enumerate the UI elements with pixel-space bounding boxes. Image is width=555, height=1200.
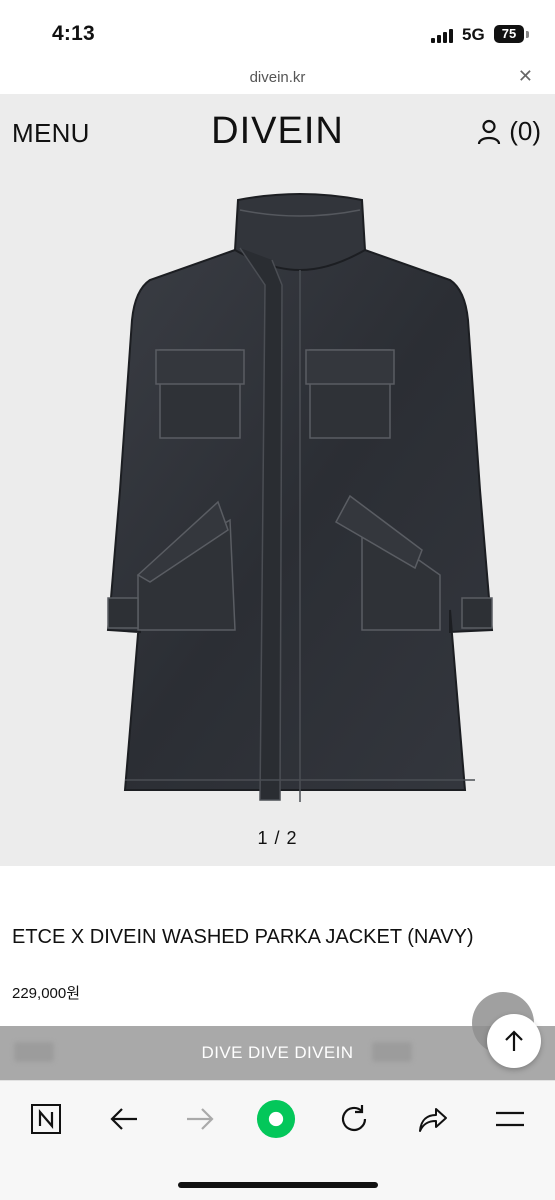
- network-type: 5G: [462, 25, 485, 44]
- share-button[interactable]: [412, 1099, 452, 1139]
- green-dot-button[interactable]: [256, 1099, 296, 1139]
- status-time: 4:13: [52, 22, 95, 45]
- product-hero: MENU DIVEIN (0) 1 / 2: [0, 94, 555, 866]
- browser-toolbar: [0, 1080, 555, 1200]
- image-counter: 1 / 2: [257, 828, 298, 848]
- green-dot-icon[interactable]: [256, 1098, 296, 1140]
- naver-button[interactable]: [26, 1099, 66, 1139]
- naver-icon[interactable]: [30, 1103, 62, 1135]
- refresh-icon[interactable]: [339, 1104, 369, 1134]
- share-icon[interactable]: [416, 1105, 448, 1133]
- forward-icon[interactable]: [185, 1107, 215, 1131]
- marquee-banner: DIVE DIVE DIVEIN: [0, 1026, 555, 1080]
- arrow-up-icon[interactable]: [503, 1029, 525, 1053]
- status-bar: 4:13 5G 75: [0, 0, 555, 64]
- site-logo[interactable]: DIVEIN: [0, 110, 555, 153]
- cart-count[interactable]: (0): [509, 116, 541, 147]
- signal-icon: [431, 29, 455, 43]
- menu-button-browser[interactable]: [490, 1099, 530, 1139]
- product-price: 229,000원: [12, 985, 81, 1002]
- battery-icon: 75: [494, 25, 524, 43]
- url-bar[interactable]: divein.kr ✕: [0, 64, 555, 94]
- home-indicator: [178, 1182, 378, 1188]
- menu-icon[interactable]: [494, 1108, 526, 1130]
- back-button[interactable]: [104, 1099, 144, 1139]
- user-icon[interactable]: [477, 119, 501, 145]
- forward-button[interactable]: [180, 1099, 220, 1139]
- account-cart[interactable]: (0): [477, 116, 541, 147]
- marquee-text: DIVE DIVE DIVEIN: [201, 1043, 354, 1062]
- close-icon[interactable]: ✕: [518, 66, 533, 87]
- back-icon[interactable]: [109, 1107, 139, 1131]
- url-text[interactable]: divein.kr: [0, 69, 555, 86]
- scroll-top-button[interactable]: [487, 1014, 541, 1068]
- product-image[interactable]: [100, 190, 500, 810]
- refresh-button[interactable]: [334, 1099, 374, 1139]
- battery-cap: [526, 31, 529, 38]
- product-name: ETCE X DIVEIN WASHED PARKA JACKET (NAVY): [12, 926, 474, 948]
